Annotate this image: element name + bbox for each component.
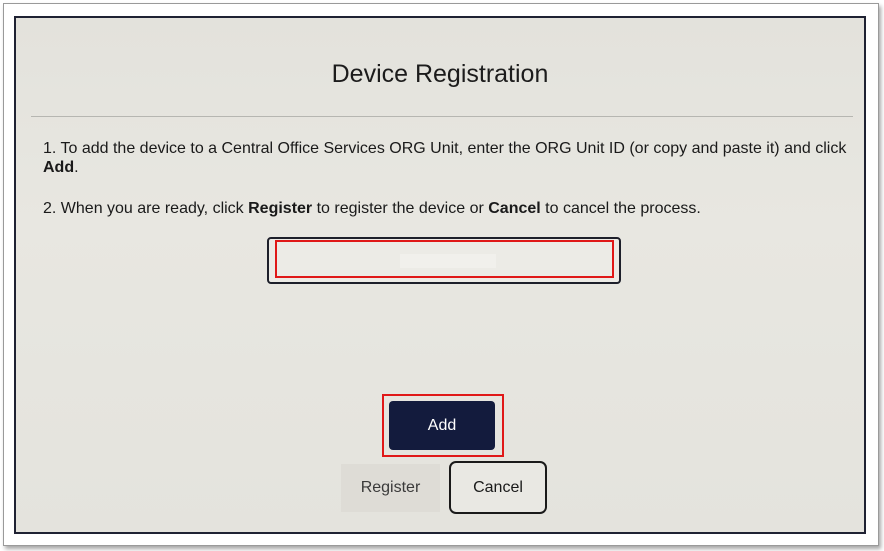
instruction-2-text-b: to register the device or [312,200,489,217]
instruction-2-register-bold: Register [248,200,313,217]
title-divider [31,116,853,117]
instruction-2-text-a: 2. When you are ready, click [43,200,249,217]
instruction-2-text-c: to cancel the process. [540,200,701,217]
instruction-1-add-bold: Add [43,159,75,176]
dialog-title: Device Registration [331,60,549,88]
photo-frame: Device Registration 1. To add the device… [3,3,879,546]
instruction-step-1: 1. To add the device to a Central Office… [43,139,853,177]
instruction-2-cancel-bold: Cancel [488,200,541,217]
instruction-1-text-a: 1. To add the device to a Central Office… [43,140,847,157]
instruction-step-2: 2. When you are ready, click Register to… [43,199,853,218]
instruction-1-text-b: . [74,159,79,176]
device-registration-dialog: Device Registration 1. To add the device… [14,16,866,534]
add-button[interactable]: Add [389,401,495,450]
register-button[interactable]: Register [341,464,440,512]
redacted-value [400,254,496,268]
cancel-button[interactable]: Cancel [449,461,547,514]
